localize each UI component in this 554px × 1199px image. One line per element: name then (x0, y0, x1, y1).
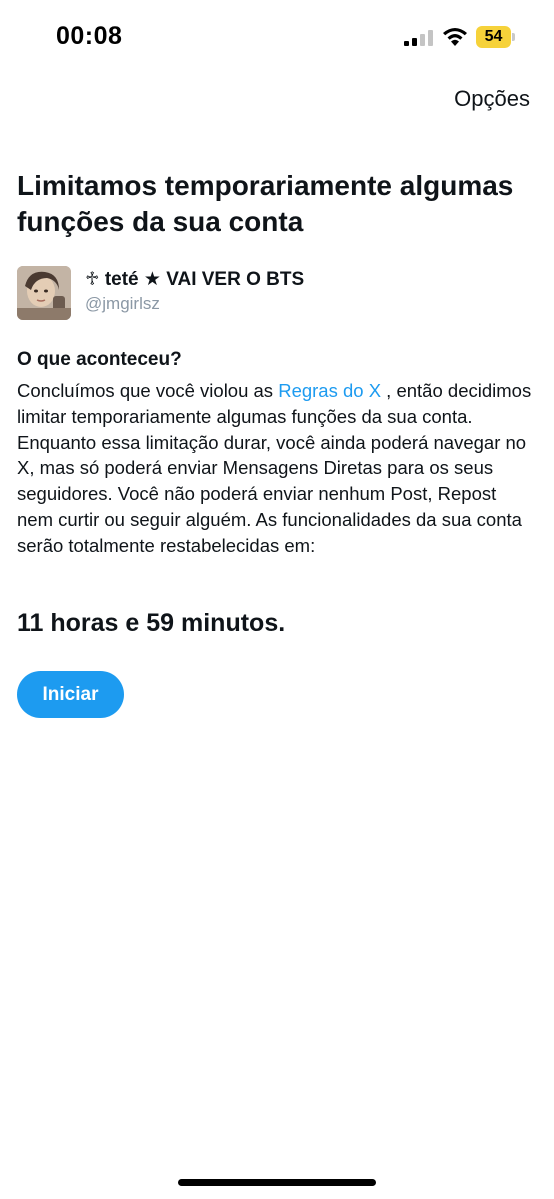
account-handle: @jmgirlsz (85, 294, 160, 313)
cellular-signal-icon (404, 30, 433, 46)
status-time: 00:08 (56, 22, 123, 50)
description-text-start: Concluímos que você violou as (17, 380, 279, 401)
battery-icon: 54 (476, 26, 516, 48)
battery-level: 54 (484, 28, 503, 45)
home-indicator[interactable] (178, 1179, 376, 1186)
page-title: Limitamos temporariamente algumas funçõe… (17, 170, 514, 237)
display-name: ♱ teté ★ VAI VER O BTS (85, 269, 305, 290)
status-bar: 00:08 54 (0, 0, 554, 72)
wifi-icon (443, 28, 467, 46)
avatar (17, 266, 71, 320)
description-text: Concluímos que você violou as Regras do … (17, 378, 537, 559)
section-title: O que aconteceu? (17, 349, 182, 370)
start-button[interactable]: Iniciar (17, 671, 124, 718)
description-text-end: , então decidimos limitar temporariament… (17, 380, 532, 556)
avatar-image (17, 266, 71, 320)
account-card: ♱ teté ★ VAI VER O BTS @jmgirlsz (17, 266, 537, 324)
restriction-countdown: 11 horas e 59 minutos. (17, 609, 286, 637)
battery-cap (512, 33, 515, 41)
options-button[interactable]: Opções (454, 86, 530, 112)
rules-link[interactable]: Regras do X (278, 380, 381, 401)
